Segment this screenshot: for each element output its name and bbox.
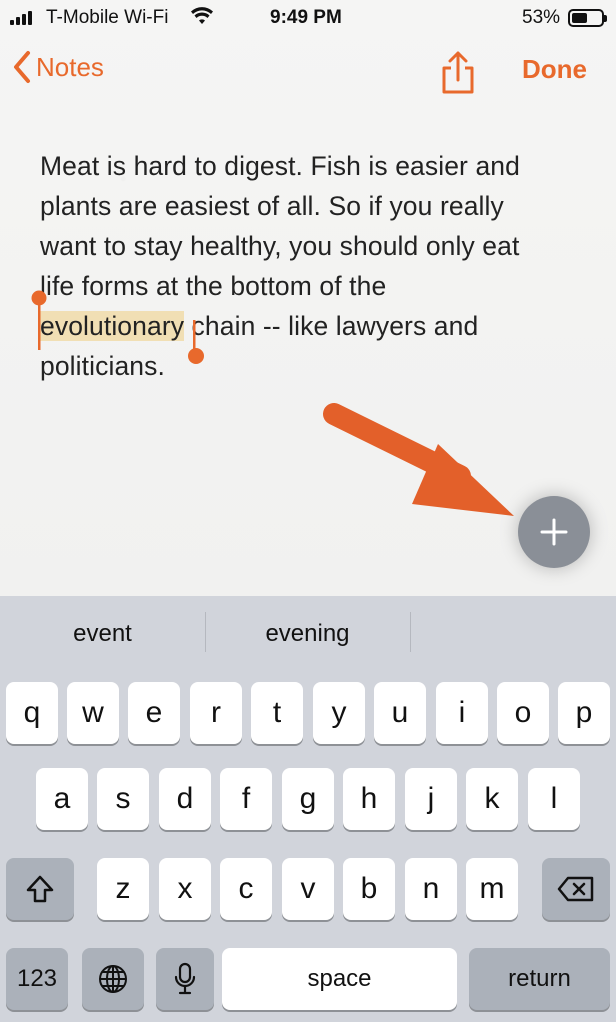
return-key[interactable]: return (469, 948, 610, 1010)
share-button[interactable] (440, 50, 476, 99)
note-body[interactable]: Meat is hard to digest. Fish is easier a… (40, 146, 580, 386)
microphone-icon (174, 962, 196, 995)
add-button[interactable] (518, 496, 590, 568)
microphone-key[interactable] (156, 948, 214, 1010)
suggestion-evening[interactable]: evening (235, 620, 380, 648)
key-p[interactable]: p (558, 682, 610, 744)
note-line-rest: chain -- like lawyers and (184, 311, 479, 341)
key-t[interactable]: t (251, 682, 303, 744)
keyboard: event evening q w e r t y u i o p a s d … (0, 596, 616, 1022)
nav-bar: Notes Done (0, 44, 616, 96)
selected-text[interactable]: evolutionary (40, 311, 185, 341)
key-f[interactable]: f (220, 768, 272, 830)
space-key[interactable]: space (222, 948, 457, 1010)
globe-key[interactable] (82, 948, 144, 1010)
carrier-label: T-Mobile Wi-Fi (46, 7, 169, 28)
note-line: want to stay healthy, you should only ea… (40, 231, 520, 261)
delete-icon (557, 876, 594, 902)
annotation-arrow (323, 403, 514, 516)
selection-end-handle[interactable] (185, 320, 207, 366)
back-label: Notes (36, 51, 104, 82)
key-x[interactable]: x (159, 858, 211, 920)
note-line: evolutionary chain -- like lawyers and (40, 306, 580, 346)
note-line: life forms at the bottom of the (40, 271, 387, 301)
key-i[interactable]: i (436, 682, 488, 744)
key-d[interactable]: d (159, 768, 211, 830)
key-m[interactable]: m (466, 858, 518, 920)
key-g[interactable]: g (282, 768, 334, 830)
suggestion-event[interactable]: event (30, 620, 175, 648)
key-k[interactable]: k (466, 768, 518, 830)
key-q[interactable]: q (6, 682, 58, 744)
key-b[interactable]: b (343, 858, 395, 920)
note-line: Meat is hard to digest. Fish is easier a… (40, 151, 520, 181)
key-a[interactable]: a (36, 768, 88, 830)
key-o[interactable]: o (497, 682, 549, 744)
status-bar: T-Mobile Wi-Fi 9:49 PM 53% (0, 0, 616, 36)
key-l[interactable]: l (528, 768, 580, 830)
back-button[interactable]: Notes (12, 50, 104, 84)
plus-icon (540, 518, 568, 546)
key-c[interactable]: c (220, 858, 272, 920)
key-z[interactable]: z (97, 858, 149, 920)
key-w[interactable]: w (67, 682, 119, 744)
key-n[interactable]: n (405, 858, 457, 920)
shift-key[interactable] (6, 858, 74, 920)
key-y[interactable]: y (313, 682, 365, 744)
numbers-key[interactable]: 123 (6, 948, 68, 1010)
note-line: plants are easiest of all. So if you rea… (40, 191, 504, 221)
key-s[interactable]: s (97, 768, 149, 830)
key-v[interactable]: v (282, 858, 334, 920)
selection-start-handle[interactable] (31, 290, 47, 352)
chevron-left-icon (14, 51, 30, 83)
key-h[interactable]: h (343, 768, 395, 830)
predictive-bar: event evening (0, 596, 616, 676)
key-e[interactable]: e (128, 682, 180, 744)
done-button[interactable]: Done (522, 54, 587, 85)
signal-icon (10, 11, 32, 25)
shift-icon (26, 875, 54, 903)
battery-icon (568, 9, 607, 27)
key-j[interactable]: j (405, 768, 457, 830)
key-r[interactable]: r (190, 682, 242, 744)
wifi-icon (190, 6, 214, 32)
share-icon (442, 51, 474, 94)
clock: 9:49 PM (270, 7, 342, 28)
battery-percent: 53% (522, 7, 561, 28)
delete-key[interactable] (542, 858, 610, 920)
key-u[interactable]: u (374, 682, 426, 744)
globe-icon (99, 965, 127, 993)
note-line: politicians. (40, 351, 165, 381)
